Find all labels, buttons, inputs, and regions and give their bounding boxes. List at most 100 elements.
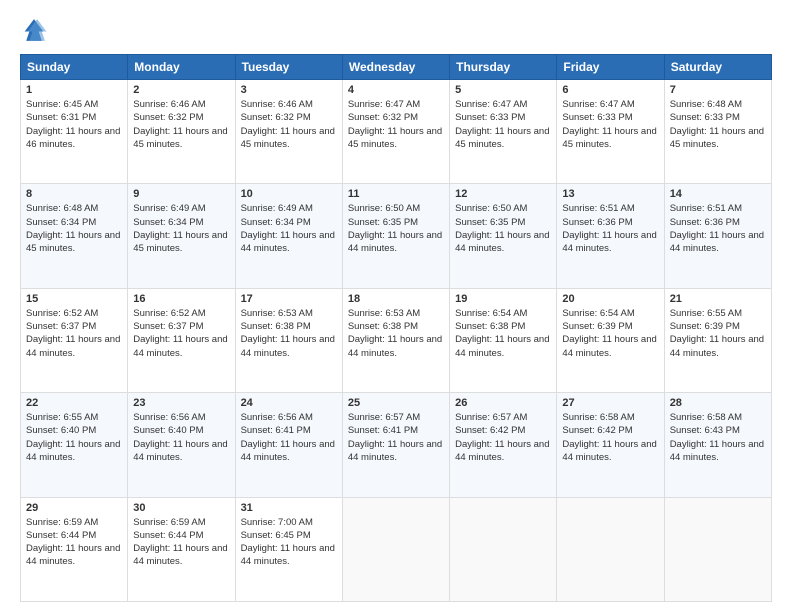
calendar-week-5: 29 Sunrise: 6:59 AM Sunset: 6:44 PM Dayl…	[21, 497, 772, 601]
cell-content: Sunrise: 6:56 AM Sunset: 6:41 PM Dayligh…	[241, 411, 337, 464]
day-number: 5	[455, 84, 551, 96]
cell-content: Sunrise: 6:52 AM Sunset: 6:37 PM Dayligh…	[133, 307, 229, 360]
day-number: 10	[241, 188, 337, 200]
calendar-cell: 31 Sunrise: 7:00 AM Sunset: 6:45 PM Dayl…	[235, 497, 342, 601]
day-number: 4	[348, 84, 444, 96]
day-number: 15	[26, 293, 122, 305]
day-header-saturday: Saturday	[664, 55, 771, 80]
day-number: 3	[241, 84, 337, 96]
day-number: 19	[455, 293, 551, 305]
day-number: 8	[26, 188, 122, 200]
cell-content: Sunrise: 6:48 AM Sunset: 6:33 PM Dayligh…	[670, 98, 766, 151]
calendar-cell: 30 Sunrise: 6:59 AM Sunset: 6:44 PM Dayl…	[128, 497, 235, 601]
cell-content: Sunrise: 6:56 AM Sunset: 6:40 PM Dayligh…	[133, 411, 229, 464]
day-header-sunday: Sunday	[21, 55, 128, 80]
day-number: 26	[455, 397, 551, 409]
cell-content: Sunrise: 6:47 AM Sunset: 6:33 PM Dayligh…	[455, 98, 551, 151]
calendar-cell: 17 Sunrise: 6:53 AM Sunset: 6:38 PM Dayl…	[235, 288, 342, 392]
cell-content: Sunrise: 6:47 AM Sunset: 6:32 PM Dayligh…	[348, 98, 444, 151]
calendar-cell: 21 Sunrise: 6:55 AM Sunset: 6:39 PM Dayl…	[664, 288, 771, 392]
day-number: 13	[562, 188, 658, 200]
calendar-cell: 12 Sunrise: 6:50 AM Sunset: 6:35 PM Dayl…	[450, 184, 557, 288]
cell-content: Sunrise: 6:52 AM Sunset: 6:37 PM Dayligh…	[26, 307, 122, 360]
cell-content: Sunrise: 6:53 AM Sunset: 6:38 PM Dayligh…	[241, 307, 337, 360]
calendar-week-2: 8 Sunrise: 6:48 AM Sunset: 6:34 PM Dayli…	[21, 184, 772, 288]
calendar-cell: 27 Sunrise: 6:58 AM Sunset: 6:42 PM Dayl…	[557, 393, 664, 497]
day-number: 20	[562, 293, 658, 305]
day-number: 22	[26, 397, 122, 409]
calendar-cell: 7 Sunrise: 6:48 AM Sunset: 6:33 PM Dayli…	[664, 80, 771, 184]
day-number: 2	[133, 84, 229, 96]
calendar-cell: 3 Sunrise: 6:46 AM Sunset: 6:32 PM Dayli…	[235, 80, 342, 184]
day-number: 7	[670, 84, 766, 96]
day-number: 21	[670, 293, 766, 305]
day-number: 29	[26, 502, 122, 514]
calendar-cell: 8 Sunrise: 6:48 AM Sunset: 6:34 PM Dayli…	[21, 184, 128, 288]
day-number: 31	[241, 502, 337, 514]
cell-content: Sunrise: 6:48 AM Sunset: 6:34 PM Dayligh…	[26, 202, 122, 255]
calendar-cell: 24 Sunrise: 6:56 AM Sunset: 6:41 PM Dayl…	[235, 393, 342, 497]
calendar-cell	[342, 497, 449, 601]
calendar-cell: 20 Sunrise: 6:54 AM Sunset: 6:39 PM Dayl…	[557, 288, 664, 392]
day-header-thursday: Thursday	[450, 55, 557, 80]
cell-content: Sunrise: 6:49 AM Sunset: 6:34 PM Dayligh…	[241, 202, 337, 255]
cell-content: Sunrise: 6:50 AM Sunset: 6:35 PM Dayligh…	[455, 202, 551, 255]
day-number: 11	[348, 188, 444, 200]
day-number: 9	[133, 188, 229, 200]
cell-content: Sunrise: 6:55 AM Sunset: 6:40 PM Dayligh…	[26, 411, 122, 464]
cell-content: Sunrise: 6:46 AM Sunset: 6:32 PM Dayligh…	[133, 98, 229, 151]
calendar-cell: 4 Sunrise: 6:47 AM Sunset: 6:32 PM Dayli…	[342, 80, 449, 184]
cell-content: Sunrise: 6:50 AM Sunset: 6:35 PM Dayligh…	[348, 202, 444, 255]
calendar-cell: 2 Sunrise: 6:46 AM Sunset: 6:32 PM Dayli…	[128, 80, 235, 184]
cell-content: Sunrise: 6:55 AM Sunset: 6:39 PM Dayligh…	[670, 307, 766, 360]
calendar-cell	[450, 497, 557, 601]
cell-content: Sunrise: 6:54 AM Sunset: 6:38 PM Dayligh…	[455, 307, 551, 360]
header	[20, 16, 772, 44]
cell-content: Sunrise: 6:57 AM Sunset: 6:41 PM Dayligh…	[348, 411, 444, 464]
day-number: 24	[241, 397, 337, 409]
calendar-table: SundayMondayTuesdayWednesdayThursdayFrid…	[20, 54, 772, 602]
calendar-week-4: 22 Sunrise: 6:55 AM Sunset: 6:40 PM Dayl…	[21, 393, 772, 497]
calendar-cell: 18 Sunrise: 6:53 AM Sunset: 6:38 PM Dayl…	[342, 288, 449, 392]
calendar-cell: 6 Sunrise: 6:47 AM Sunset: 6:33 PM Dayli…	[557, 80, 664, 184]
cell-content: Sunrise: 6:59 AM Sunset: 6:44 PM Dayligh…	[133, 516, 229, 569]
day-number: 25	[348, 397, 444, 409]
calendar-cell: 28 Sunrise: 6:58 AM Sunset: 6:43 PM Dayl…	[664, 393, 771, 497]
day-number: 16	[133, 293, 229, 305]
cell-content: Sunrise: 6:46 AM Sunset: 6:32 PM Dayligh…	[241, 98, 337, 151]
calendar-cell: 26 Sunrise: 6:57 AM Sunset: 6:42 PM Dayl…	[450, 393, 557, 497]
cell-content: Sunrise: 6:47 AM Sunset: 6:33 PM Dayligh…	[562, 98, 658, 151]
calendar-cell: 29 Sunrise: 6:59 AM Sunset: 6:44 PM Dayl…	[21, 497, 128, 601]
calendar-cell: 9 Sunrise: 6:49 AM Sunset: 6:34 PM Dayli…	[128, 184, 235, 288]
day-number: 30	[133, 502, 229, 514]
calendar-cell: 23 Sunrise: 6:56 AM Sunset: 6:40 PM Dayl…	[128, 393, 235, 497]
calendar-cell: 1 Sunrise: 6:45 AM Sunset: 6:31 PM Dayli…	[21, 80, 128, 184]
calendar-cell: 22 Sunrise: 6:55 AM Sunset: 6:40 PM Dayl…	[21, 393, 128, 497]
day-number: 18	[348, 293, 444, 305]
page: SundayMondayTuesdayWednesdayThursdayFrid…	[0, 0, 792, 612]
cell-content: Sunrise: 6:51 AM Sunset: 6:36 PM Dayligh…	[562, 202, 658, 255]
day-number: 28	[670, 397, 766, 409]
day-header-friday: Friday	[557, 55, 664, 80]
day-number: 14	[670, 188, 766, 200]
day-number: 17	[241, 293, 337, 305]
calendar-cell	[557, 497, 664, 601]
cell-content: Sunrise: 6:57 AM Sunset: 6:42 PM Dayligh…	[455, 411, 551, 464]
calendar-week-1: 1 Sunrise: 6:45 AM Sunset: 6:31 PM Dayli…	[21, 80, 772, 184]
cell-content: Sunrise: 6:54 AM Sunset: 6:39 PM Dayligh…	[562, 307, 658, 360]
calendar-header-row: SundayMondayTuesdayWednesdayThursdayFrid…	[21, 55, 772, 80]
calendar-cell: 14 Sunrise: 6:51 AM Sunset: 6:36 PM Dayl…	[664, 184, 771, 288]
day-number: 23	[133, 397, 229, 409]
logo-icon	[20, 16, 48, 44]
cell-content: Sunrise: 6:53 AM Sunset: 6:38 PM Dayligh…	[348, 307, 444, 360]
cell-content: Sunrise: 6:51 AM Sunset: 6:36 PM Dayligh…	[670, 202, 766, 255]
calendar-week-3: 15 Sunrise: 6:52 AM Sunset: 6:37 PM Dayl…	[21, 288, 772, 392]
day-number: 12	[455, 188, 551, 200]
calendar-cell: 19 Sunrise: 6:54 AM Sunset: 6:38 PM Dayl…	[450, 288, 557, 392]
day-header-wednesday: Wednesday	[342, 55, 449, 80]
cell-content: Sunrise: 6:58 AM Sunset: 6:42 PM Dayligh…	[562, 411, 658, 464]
calendar-cell: 25 Sunrise: 6:57 AM Sunset: 6:41 PM Dayl…	[342, 393, 449, 497]
cell-content: Sunrise: 6:49 AM Sunset: 6:34 PM Dayligh…	[133, 202, 229, 255]
calendar-cell: 13 Sunrise: 6:51 AM Sunset: 6:36 PM Dayl…	[557, 184, 664, 288]
calendar-cell: 10 Sunrise: 6:49 AM Sunset: 6:34 PM Dayl…	[235, 184, 342, 288]
